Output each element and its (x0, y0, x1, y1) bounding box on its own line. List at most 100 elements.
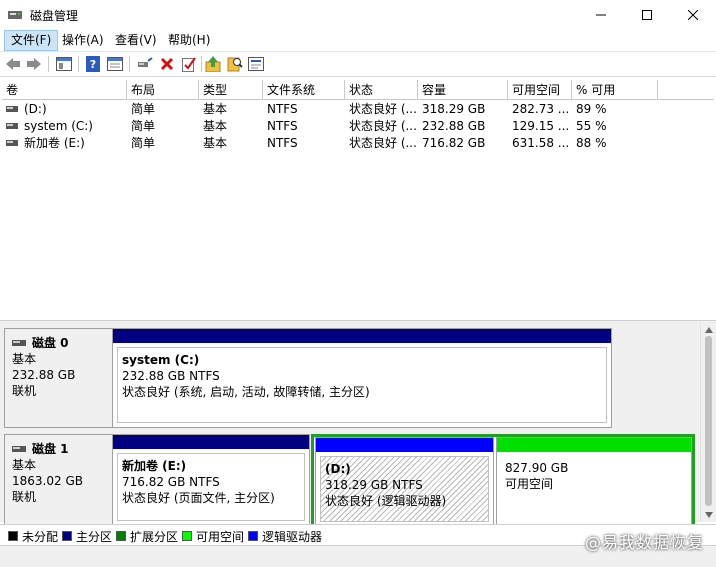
partition-info: 827.90 GB 可用空间 (501, 456, 687, 522)
maximize-button[interactable] (624, 0, 670, 30)
disk-1-label[interactable]: 磁盘 1 基本 1863.02 GB 联机 (4, 434, 112, 526)
volume-capacity: 318.29 GB (422, 102, 486, 116)
menu-view[interactable]: 查看(V) (109, 30, 163, 51)
column-header-capacity[interactable]: 容量 (418, 80, 508, 100)
partition-type-bar (113, 435, 309, 449)
legend-swatch-extended (116, 531, 126, 541)
legend-swatch-logical (248, 531, 258, 541)
toolbar: ? (0, 51, 716, 77)
partition-size: 716.82 GB NTFS (122, 475, 220, 489)
console-tree-icon (56, 57, 72, 71)
column-header-layout[interactable]: 布局 (127, 80, 199, 100)
export-icon (205, 56, 221, 72)
volume-filesystem: NTFS (267, 102, 298, 116)
menu-file[interactable]: 文件(F) (4, 30, 59, 51)
volume-type: 基本 (203, 102, 228, 116)
close-button[interactable] (670, 0, 716, 30)
volume-free-space: 129.15 ... (512, 119, 570, 133)
column-header-free-space[interactable]: 可用空间 (508, 80, 572, 100)
column-header-volume[interactable]: 卷 (2, 80, 127, 100)
help-button[interactable]: ? (84, 55, 102, 73)
minimize-button[interactable] (578, 0, 624, 30)
volume-list: 卷 布局 类型 文件系统 状态 容量 可用空间 % 可用 (D:) 简单 基本 … (2, 80, 714, 320)
disk-type: 基本 (12, 458, 37, 472)
volume-capacity: 232.88 GB (422, 119, 486, 133)
export-button[interactable] (204, 55, 222, 73)
delete-button[interactable] (158, 55, 176, 73)
partition-type-bar (497, 438, 691, 452)
watermark: @易我数据恢复 (584, 533, 704, 552)
partition-type-bar (113, 329, 611, 343)
table-row[interactable]: (D:) 简单 基本 NTFS 状态良好 (... 318.29 GB 282.… (2, 101, 714, 118)
partition-system-c[interactable]: system (C:) 232.88 GB NTFS 状态良好 (系统, 启动,… (112, 328, 612, 428)
forward-icon (27, 58, 41, 70)
volume-percent-free: 55 % (576, 119, 607, 133)
partition-status: 可用空间 (505, 477, 554, 491)
disk-status: 联机 (12, 384, 37, 398)
table-row[interactable]: 新加卷 (E:) 简单 基本 NTFS 状态良好 (... 716.82 GB … (2, 135, 714, 152)
properties-button[interactable] (106, 55, 124, 73)
extended-partition[interactable]: (D:) 318.29 GB NTFS 状态良好 (逻辑驱动器) 827.90 … (311, 434, 695, 527)
volume-filesystem: NTFS (267, 136, 298, 150)
disk-type: 基本 (12, 352, 37, 366)
volume-free-space: 282.73 ... (512, 102, 570, 116)
connect-button[interactable] (136, 55, 154, 73)
drive-icon (6, 140, 18, 146)
volume-layout: 简单 (131, 136, 156, 150)
disk-management-app-icon (8, 11, 22, 19)
partition-info: system (C:) 232.88 GB NTFS 状态良好 (系统, 启动,… (117, 347, 607, 423)
table-row[interactable]: system (C:) 简单 基本 NTFS 状态良好 (... 232.88 … (2, 118, 714, 135)
scroll-up-icon[interactable] (705, 327, 713, 333)
legend-item: 扩展分区 (116, 529, 178, 544)
disk-0-label[interactable]: 磁盘 0 基本 232.88 GB 联机 (4, 328, 112, 428)
disk-size: 232.88 GB (12, 368, 76, 382)
column-header-status[interactable]: 状态 (345, 80, 418, 100)
partition-size: 232.88 GB NTFS (122, 369, 220, 383)
back-icon (6, 58, 20, 70)
disk-icon (12, 340, 26, 346)
connect-icon (138, 57, 153, 67)
partition-size: 318.29 GB NTFS (325, 478, 423, 492)
volume-status: 状态良好 (... (349, 119, 417, 133)
title-bar: 磁盘管理 (0, 0, 716, 30)
disk-name: 磁盘 1 (32, 442, 69, 456)
refresh-button[interactable] (247, 55, 265, 73)
volume-name: (D:) (24, 102, 47, 116)
forward-button[interactable] (25, 55, 43, 73)
scroll-thumb[interactable] (705, 336, 712, 506)
legend-item: 未分配 (8, 529, 58, 544)
search-button[interactable] (226, 55, 244, 73)
column-header-type[interactable]: 类型 (199, 80, 263, 100)
volume-free-space: 631.58 ... (512, 136, 570, 150)
partition-logical-d[interactable]: (D:) 318.29 GB NTFS 状态良好 (逻辑驱动器) (315, 437, 494, 527)
legend-item: 可用空间 (182, 529, 244, 544)
scroll-down-icon[interactable] (705, 512, 713, 518)
console-tree-button[interactable] (55, 55, 73, 73)
partition-new-volume-e[interactable]: 新加卷 (E:) 716.82 GB NTFS 状态良好 (页面文件, 主分区) (112, 434, 310, 526)
check-button[interactable] (180, 55, 198, 73)
partition-name: (D:) (325, 462, 351, 476)
menu-help[interactable]: 帮助(H) (162, 30, 216, 51)
volume-type: 基本 (203, 119, 228, 133)
volume-status: 状态良好 (... (349, 102, 417, 116)
column-header-percent-free[interactable]: % 可用 (572, 80, 658, 100)
disk-map: 磁盘 0 基本 232.88 GB 联机 system (C:) 232.88 … (0, 324, 700, 527)
back-button[interactable] (4, 55, 22, 73)
column-header-filesystem[interactable]: 文件系统 (263, 80, 345, 100)
disk-icon (12, 446, 26, 452)
volume-status: 状态良好 (... (349, 136, 417, 150)
disk-name: 磁盘 0 (32, 336, 69, 350)
partition-status: 状态良好 (逻辑驱动器) (325, 494, 447, 508)
volume-percent-free: 89 % (576, 102, 607, 116)
help-icon: ? (86, 56, 100, 72)
minimize-icon (596, 14, 606, 16)
partition-free-space[interactable]: 827.90 GB 可用空间 (496, 437, 692, 527)
window-title: 磁盘管理 (30, 9, 79, 23)
menu-action[interactable]: 操作(A) (56, 30, 110, 51)
partition-size: 827.90 GB (505, 461, 569, 475)
delete-icon (160, 57, 174, 71)
volume-type: 基本 (203, 136, 228, 150)
vertical-scrollbar[interactable] (700, 324, 716, 522)
drive-icon (6, 123, 18, 129)
partition-name: system (C:) (122, 353, 200, 367)
